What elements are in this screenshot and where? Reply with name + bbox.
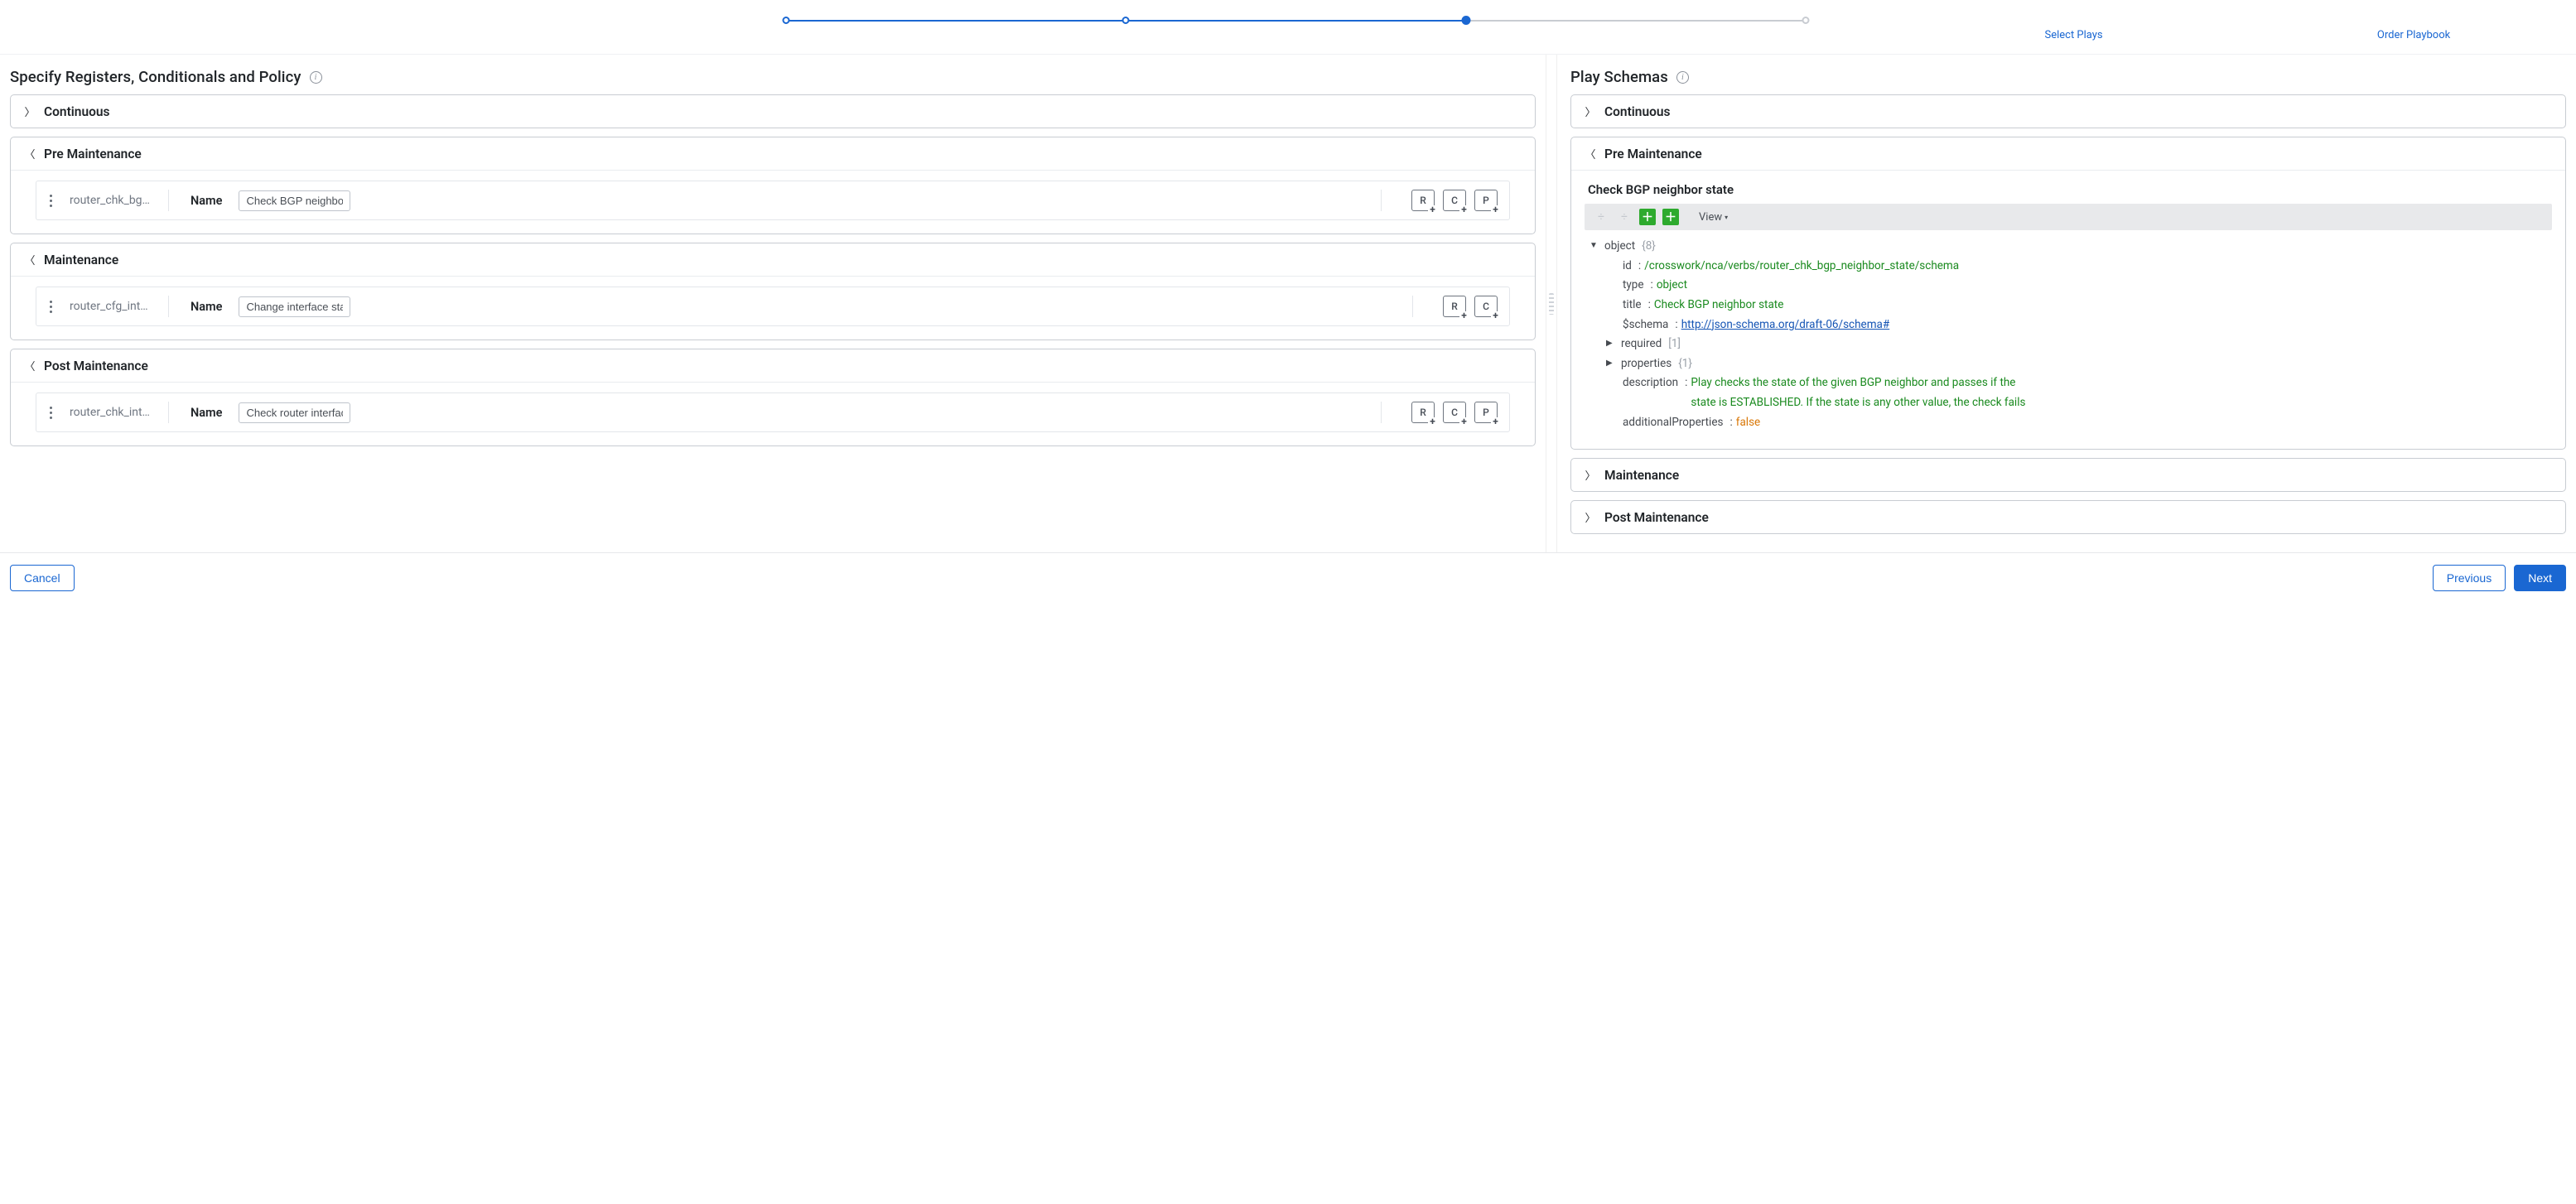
- json-toolbar: ÷ ÷ ＋ ＋ View▾: [1585, 204, 2552, 230]
- chevron-left-icon: 〈: [24, 146, 36, 161]
- play-name-input[interactable]: [239, 296, 350, 317]
- schema-panel-maintenance: 〉 Maintenance: [1570, 458, 2566, 492]
- panel-continuous-header[interactable]: 〉 Continuous: [11, 95, 1535, 128]
- play-name-label: Name: [181, 194, 222, 208]
- panel-post-maintenance: 〈 Post Maintenance router_chk_int… Name …: [10, 349, 1536, 446]
- step-dot-1[interactable]: [782, 17, 789, 24]
- previous-button[interactable]: Previous: [2433, 565, 2506, 591]
- schema-continuous-header[interactable]: 〉 Continuous: [1571, 95, 2565, 128]
- add-conditional-button[interactable]: C: [1443, 402, 1466, 423]
- play-name-label: Name: [181, 406, 222, 420]
- play-name-input[interactable]: [239, 190, 350, 211]
- panel-maintenance-title: Maintenance: [44, 253, 118, 267]
- schema-panel-post: 〉 Post Maintenance: [1570, 500, 2566, 534]
- schema-maintenance-title: Maintenance: [1604, 468, 1679, 483]
- expand-icon[interactable]: ÷: [1616, 209, 1633, 225]
- column-splitter[interactable]: [1546, 55, 1557, 552]
- schema-post-header[interactable]: 〉 Post Maintenance: [1571, 501, 2565, 533]
- right-title: Play Schemas: [1570, 68, 1668, 86]
- chevron-right-icon: 〉: [1585, 509, 1596, 525]
- schema-heading: Check BGP neighbor state: [1588, 182, 2549, 197]
- step-label-1[interactable]: Select Plays: [2044, 29, 2102, 41]
- schema-panel-pre: 〈 Pre Maintenance Check BGP neighbor sta…: [1570, 137, 2566, 450]
- drag-handle-icon[interactable]: [43, 301, 58, 313]
- chevron-right-icon: 〉: [1585, 104, 1596, 119]
- panel-pre-maintenance: 〈 Pre Maintenance router_chk_bg… Name R: [10, 137, 1536, 234]
- play-row-pre: router_chk_bg… Name R C P: [36, 181, 1510, 220]
- play-id: router_chk_int…: [70, 406, 157, 419]
- add-conditional-button[interactable]: C: [1474, 296, 1498, 317]
- next-button[interactable]: Next: [2514, 565, 2566, 591]
- add-register-button[interactable]: R: [1443, 296, 1466, 317]
- play-row-post: router_chk_int… Name R C P: [36, 393, 1510, 432]
- play-name-input[interactable]: [239, 402, 350, 423]
- chevron-right-icon: 〉: [24, 104, 36, 119]
- json-tree: ▼ object{8} id:/crosswork/nca/verbs/rout…: [1585, 230, 2552, 437]
- schema-pre-title: Pre Maintenance: [1604, 147, 1702, 161]
- play-row-maintenance: router_cfg_int… Name R C: [36, 287, 1510, 326]
- tree-toggle[interactable]: ▶: [1606, 335, 1614, 351]
- add-policy-button[interactable]: P: [1474, 190, 1498, 211]
- step-dot-2[interactable]: [1122, 17, 1130, 24]
- step-dot-4[interactable]: [1802, 17, 1810, 24]
- schema-pre-header[interactable]: 〈 Pre Maintenance: [1571, 137, 2565, 170]
- add-policy-button[interactable]: P: [1474, 402, 1498, 423]
- schema-continuous-title: Continuous: [1604, 104, 1671, 119]
- tree-toggle[interactable]: ▶: [1606, 354, 1614, 371]
- drag-handle-icon[interactable]: [43, 407, 58, 419]
- step-label-2[interactable]: Order Playbook: [2377, 29, 2450, 41]
- chevron-left-icon: 〈: [24, 252, 36, 267]
- panel-post-title: Post Maintenance: [44, 359, 148, 373]
- view-menu[interactable]: View▾: [1699, 211, 1728, 224]
- panel-pre-header[interactable]: 〈 Pre Maintenance: [11, 137, 1535, 170]
- collapse-icon[interactable]: ÷: [1593, 209, 1609, 225]
- chevron-left-icon: 〈: [1585, 146, 1596, 161]
- play-name-label: Name: [181, 300, 222, 314]
- panel-post-header[interactable]: 〈 Post Maintenance: [11, 349, 1535, 382]
- tree-toggle[interactable]: ▼: [1589, 237, 1598, 253]
- panel-maintenance: 〈 Maintenance router_cfg_int… Name R: [10, 243, 1536, 340]
- add-register-button[interactable]: R: [1411, 190, 1435, 211]
- chevron-left-icon: 〈: [24, 358, 36, 373]
- right-column: Play Schemas i 〉 Continuous 〈 Pre Mainte…: [1557, 55, 2576, 552]
- schema-post-title: Post Maintenance: [1604, 510, 1709, 525]
- add-register-button[interactable]: R: [1411, 402, 1435, 423]
- play-id: router_cfg_int…: [70, 300, 157, 313]
- schema-panel-continuous: 〉 Continuous: [1570, 94, 2566, 128]
- left-column: Specify Registers, Conditionals and Poli…: [0, 55, 1546, 552]
- add-conditional-button[interactable]: C: [1443, 190, 1466, 211]
- left-title: Specify Registers, Conditionals and Poli…: [10, 68, 301, 86]
- add-sibling-icon[interactable]: ＋: [1662, 209, 1679, 225]
- schema-link[interactable]: http://json-schema.org/draft-06/schema#: [1681, 318, 1890, 331]
- schema-maintenance-header[interactable]: 〉 Maintenance: [1571, 459, 2565, 491]
- wizard-stepper: Select Plays Order Playbook Configure Pl…: [0, 0, 2576, 55]
- info-icon[interactable]: i: [1676, 71, 1689, 84]
- play-id: router_chk_bg…: [70, 194, 157, 207]
- panel-continuous-title: Continuous: [44, 104, 110, 119]
- panel-maintenance-header[interactable]: 〈 Maintenance: [11, 243, 1535, 276]
- step-dot-3[interactable]: [1461, 16, 1470, 25]
- add-node-icon[interactable]: ＋: [1639, 209, 1656, 225]
- chevron-right-icon: 〉: [1585, 467, 1596, 483]
- wizard-footer: Cancel Previous Next: [0, 552, 2576, 602]
- cancel-button[interactable]: Cancel: [10, 565, 75, 591]
- panel-continuous: 〉 Continuous: [10, 94, 1536, 128]
- info-icon[interactable]: i: [310, 71, 322, 84]
- panel-pre-title: Pre Maintenance: [44, 147, 142, 161]
- drag-handle-icon[interactable]: [43, 195, 58, 207]
